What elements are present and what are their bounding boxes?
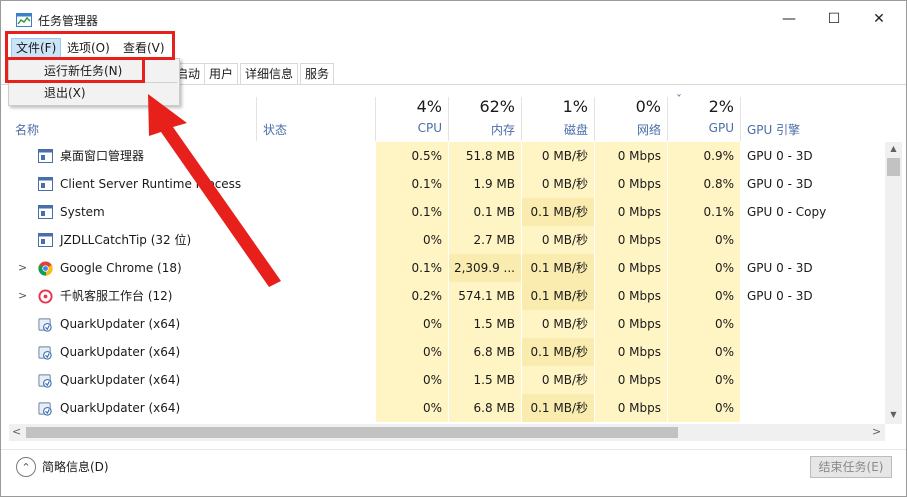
red-arrow-icon [148, 94, 281, 287]
task-manager-window: 任务管理器 — ☐ ✕ 文件(F) 选项(O) 查看(V) 启动 用户 详细信息… [0, 0, 907, 497]
annotation-arrow [148, 94, 281, 287]
